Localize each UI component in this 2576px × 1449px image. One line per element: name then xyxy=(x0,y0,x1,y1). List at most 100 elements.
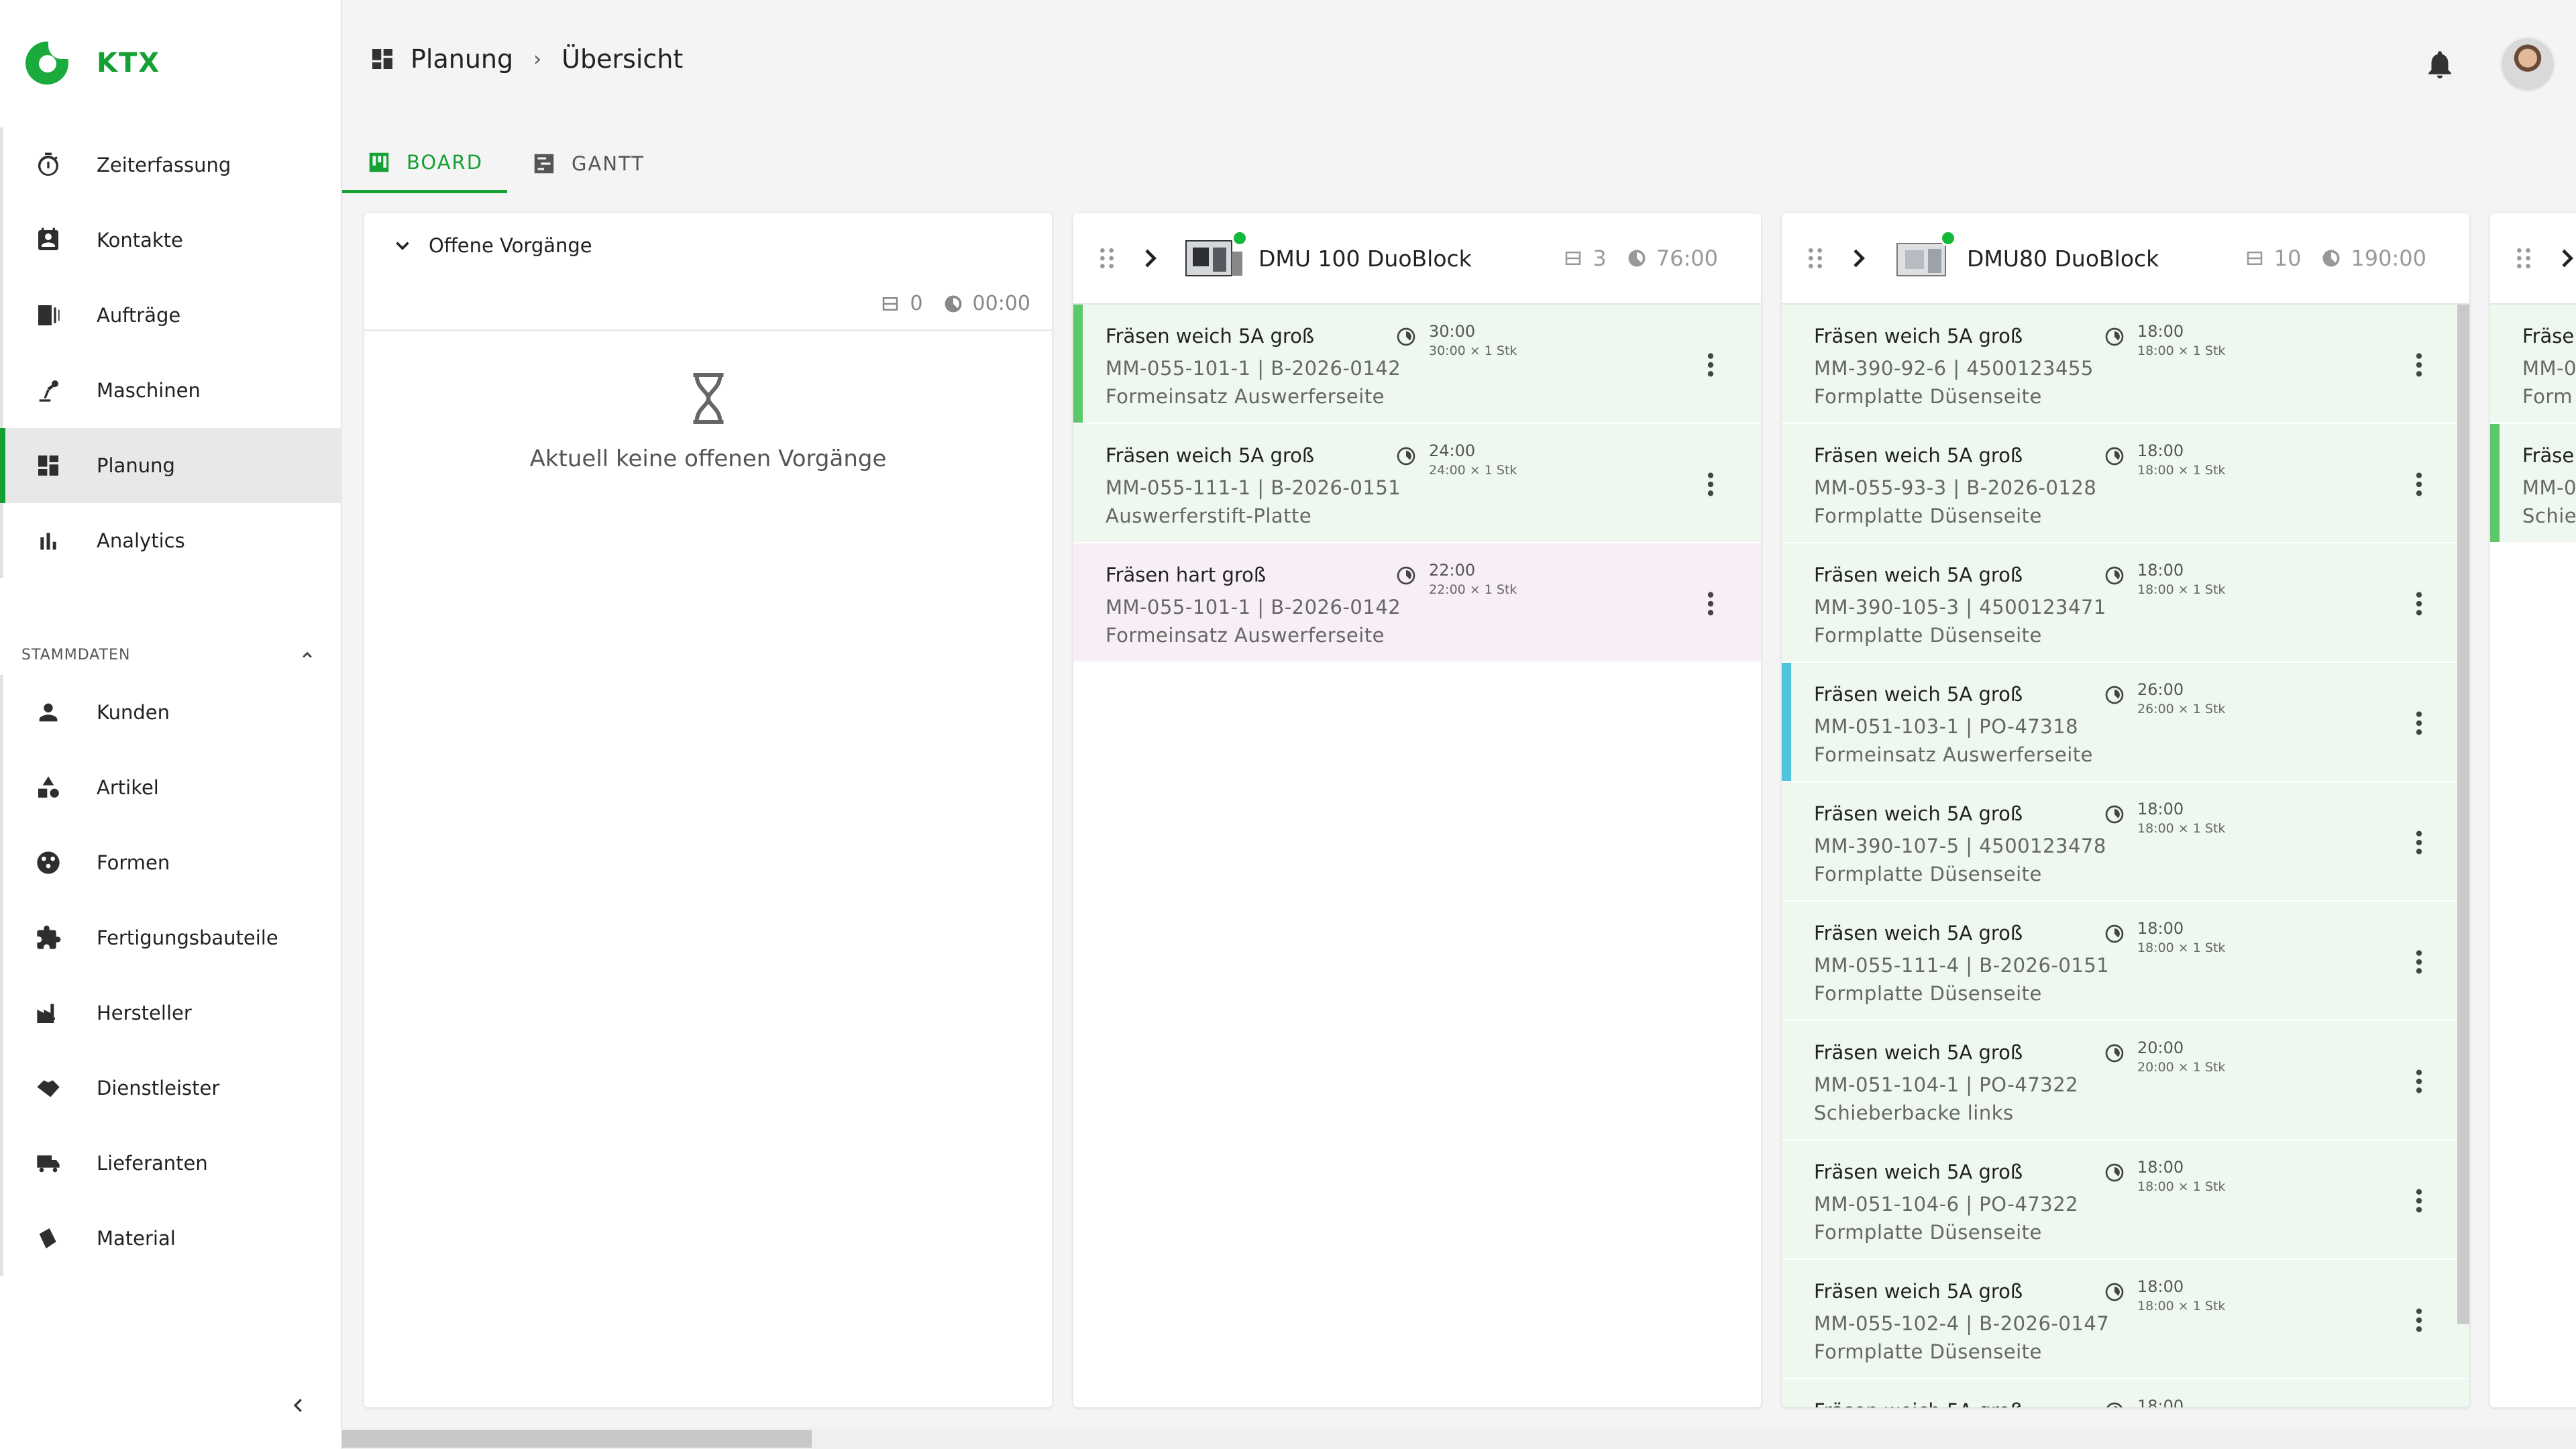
card-list: Fräse MM-0 Form Fräse MM-0 Schie xyxy=(2490,305,2576,543)
card-time: 18:00 18:00 × 1 Stk xyxy=(2104,441,2225,478)
chevron-right-icon[interactable] xyxy=(2553,245,2576,272)
card-description: Formplatte Düsenseite xyxy=(1814,1340,2042,1363)
vertical-scrollbar[interactable] xyxy=(2457,305,2469,1324)
operation-card[interactable]: Fräsen hart groß MM-055-101-1 | B-2026-01… xyxy=(1073,543,1761,663)
sidebar-item-maschinen[interactable]: Maschinen xyxy=(0,353,342,428)
more-vert-icon[interactable] xyxy=(2414,949,2424,975)
column-stats: 10 190:00 xyxy=(2224,246,2469,271)
view-tabs: BOARD GANTT xyxy=(342,134,669,195)
operation-card[interactable]: Fräsen weich 5A groß MM-055-102-4 | B-202… xyxy=(1782,1260,2469,1379)
scrollbar-thumb[interactable] xyxy=(342,1430,812,1448)
more-vert-icon[interactable] xyxy=(2414,352,2424,378)
more-vert-icon[interactable] xyxy=(1706,352,1715,378)
card-title: Fräse xyxy=(2522,444,2575,467)
section-title: STAMMDATEN xyxy=(21,646,131,663)
machine-column: Fräse MM-0 Form Fräse MM-0 Schie xyxy=(2490,213,2576,1407)
more-vert-icon[interactable] xyxy=(1706,471,1715,498)
timer-icon xyxy=(2105,686,2124,704)
header-actions xyxy=(2423,36,2576,93)
more-vert-icon[interactable] xyxy=(2414,590,2424,617)
sidebar-item-kontakte[interactable]: Kontakte xyxy=(0,203,342,278)
operation-card[interactable]: Fräsen weich 5A groß MM-055-111-4 | B-202… xyxy=(1782,902,2469,1021)
status-bar xyxy=(2490,424,2500,542)
more-vert-icon[interactable] xyxy=(2414,710,2424,737)
operation-card[interactable]: Fräsen weich 5A groß MM-051-104-6 | PO-47… xyxy=(1782,1140,2469,1260)
drag-handle-icon[interactable] xyxy=(1802,244,1829,273)
main-nav: Zeiterfassung Kontakte Aufträge Maschine… xyxy=(0,127,342,578)
card-time-total: 18:00 xyxy=(2137,322,2184,341)
operation-card[interactable]: Fräsen weich 5A groß MM-390-105-3 | 45001… xyxy=(1782,543,2469,663)
operation-card[interactable]: Fräse MM-0 Form xyxy=(2490,305,2576,424)
sidebar-item-analytics[interactable]: Analytics xyxy=(0,503,342,578)
collapse-sidebar-button[interactable] xyxy=(285,1389,312,1422)
time-value: 76:00 xyxy=(1656,246,1718,271)
sidebar-item-artikel[interactable]: Artikel xyxy=(0,750,342,825)
count-value: 0 xyxy=(910,292,923,315)
tab-board[interactable]: BOARD xyxy=(342,134,508,193)
sidebar-item-planung[interactable]: Planung xyxy=(0,428,342,503)
operation-card[interactable]: Fräsen weich 5A groß MM-055-111-1 | B-202… xyxy=(1073,424,1761,543)
operation-card[interactable]: Fräsen weich 5A groß18:00 xyxy=(1782,1379,2469,1407)
timer-icon xyxy=(2105,805,2124,824)
sidebar-item-lieferanten[interactable]: Lieferanten xyxy=(0,1126,342,1201)
breadcrumb-planung[interactable]: Planung xyxy=(411,44,513,74)
open-column-header[interactable]: Offene Vorgänge xyxy=(364,213,1052,278)
operation-card[interactable]: Fräsen weich 5A groß MM-390-92-6 | 450012… xyxy=(1782,305,2469,424)
puzzle-icon xyxy=(34,923,63,953)
card-reference: MM-051-104-6 | PO-47322 xyxy=(1814,1193,2079,1216)
horizontal-scrollbar[interactable] xyxy=(342,1428,2576,1449)
more-vert-icon[interactable] xyxy=(2414,829,2424,856)
sidebar-item-zeiterfassung[interactable]: Zeiterfassung xyxy=(0,127,342,203)
avatar[interactable] xyxy=(2500,36,2556,93)
card-reference: MM-055-111-1 | B-2026-0151 xyxy=(1106,476,1401,499)
card-time-total: 22:00 xyxy=(1429,561,1476,580)
count-value: 3 xyxy=(1593,246,1607,271)
card-reference: MM-051-103-1 | PO-47318 xyxy=(1814,715,2079,738)
operation-card[interactable]: Fräsen weich 5A groß MM-390-107-5 | 45001… xyxy=(1782,782,2469,902)
more-vert-icon[interactable] xyxy=(2414,471,2424,498)
status-bar xyxy=(1782,663,1791,781)
more-vert-icon[interactable] xyxy=(2414,1307,2424,1334)
tab-gantt[interactable]: GANTT xyxy=(507,134,669,193)
more-vert-icon[interactable] xyxy=(1706,590,1715,617)
stammdaten-section-header[interactable]: STAMMDATEN xyxy=(21,645,317,664)
sidebar-item-label: Kunden xyxy=(97,701,170,724)
sidebar-item-formen[interactable]: Formen xyxy=(0,825,342,900)
drag-handle-icon[interactable] xyxy=(2510,244,2537,273)
factory-icon xyxy=(34,998,63,1028)
card-reference: MM-055-102-4 | B-2026-0147 xyxy=(1814,1312,2110,1335)
card-time-detail: 18:00 × 1 Stk xyxy=(2137,1299,2226,1313)
sidebar-item-dienstleister[interactable]: Dienstleister xyxy=(0,1051,342,1126)
top-header: Planung › Übersicht xyxy=(342,0,2576,127)
sidebar-item-fertigungsbauteile[interactable]: Fertigungsbauteile xyxy=(0,900,342,975)
chevron-right-icon[interactable] xyxy=(1136,245,1163,272)
bell-icon[interactable] xyxy=(2423,48,2457,81)
app-logo[interactable]: KTX xyxy=(25,39,160,85)
card-time-total: 24:00 xyxy=(1429,441,1476,460)
more-vert-icon[interactable] xyxy=(2414,1187,2424,1214)
sidebar-item-material[interactable]: Material xyxy=(0,1201,342,1276)
sidebar-item-hersteller[interactable]: Hersteller xyxy=(0,975,342,1051)
card-time-total: 20:00 xyxy=(2137,1038,2184,1057)
operation-card[interactable]: Fräse MM-0 Schie xyxy=(2490,424,2576,543)
machine-image xyxy=(1892,230,1956,281)
card-description: Formplatte Düsenseite xyxy=(1814,863,2042,885)
chevron-right-icon[interactable] xyxy=(1845,245,1872,272)
drag-handle-icon[interactable] xyxy=(1093,244,1120,273)
operation-card[interactable]: Fräsen weich 5A groß MM-051-104-1 | PO-47… xyxy=(1782,1021,2469,1140)
hourglass-icon xyxy=(693,373,723,424)
operation-card[interactable]: Fräsen weich 5A groß MM-055-93-3 | B-2026… xyxy=(1782,424,2469,543)
operation-card[interactable]: Fräsen weich 5A groß MM-051-103-1 | PO-47… xyxy=(1782,663,2469,782)
card-reference: MM-055-101-1 | B-2026-0142 xyxy=(1106,357,1401,380)
sidebar-item-label: Planung xyxy=(97,454,175,477)
card-time-detail: 18:00 × 1 Stk xyxy=(2137,463,2226,478)
sidebar-item-kunden[interactable]: Kunden xyxy=(0,675,342,750)
card-reference: MM-055-93-3 | B-2026-0128 xyxy=(1814,476,2097,499)
tab-label: BOARD xyxy=(407,150,484,174)
operation-card[interactable]: Fräsen weich 5A groß MM-055-101-1 | B-202… xyxy=(1073,305,1761,424)
machine-column-header: DMU80 DuoBlock 10 190:00 xyxy=(1782,213,2469,305)
more-vert-icon[interactable] xyxy=(2414,1068,2424,1095)
sidebar-item-auftraege[interactable]: Aufträge xyxy=(0,278,342,353)
card-time: 30:00 30:00 × 1 Stk xyxy=(1395,322,1517,358)
card-description: Formplatte Düsenseite xyxy=(1814,1221,2042,1244)
